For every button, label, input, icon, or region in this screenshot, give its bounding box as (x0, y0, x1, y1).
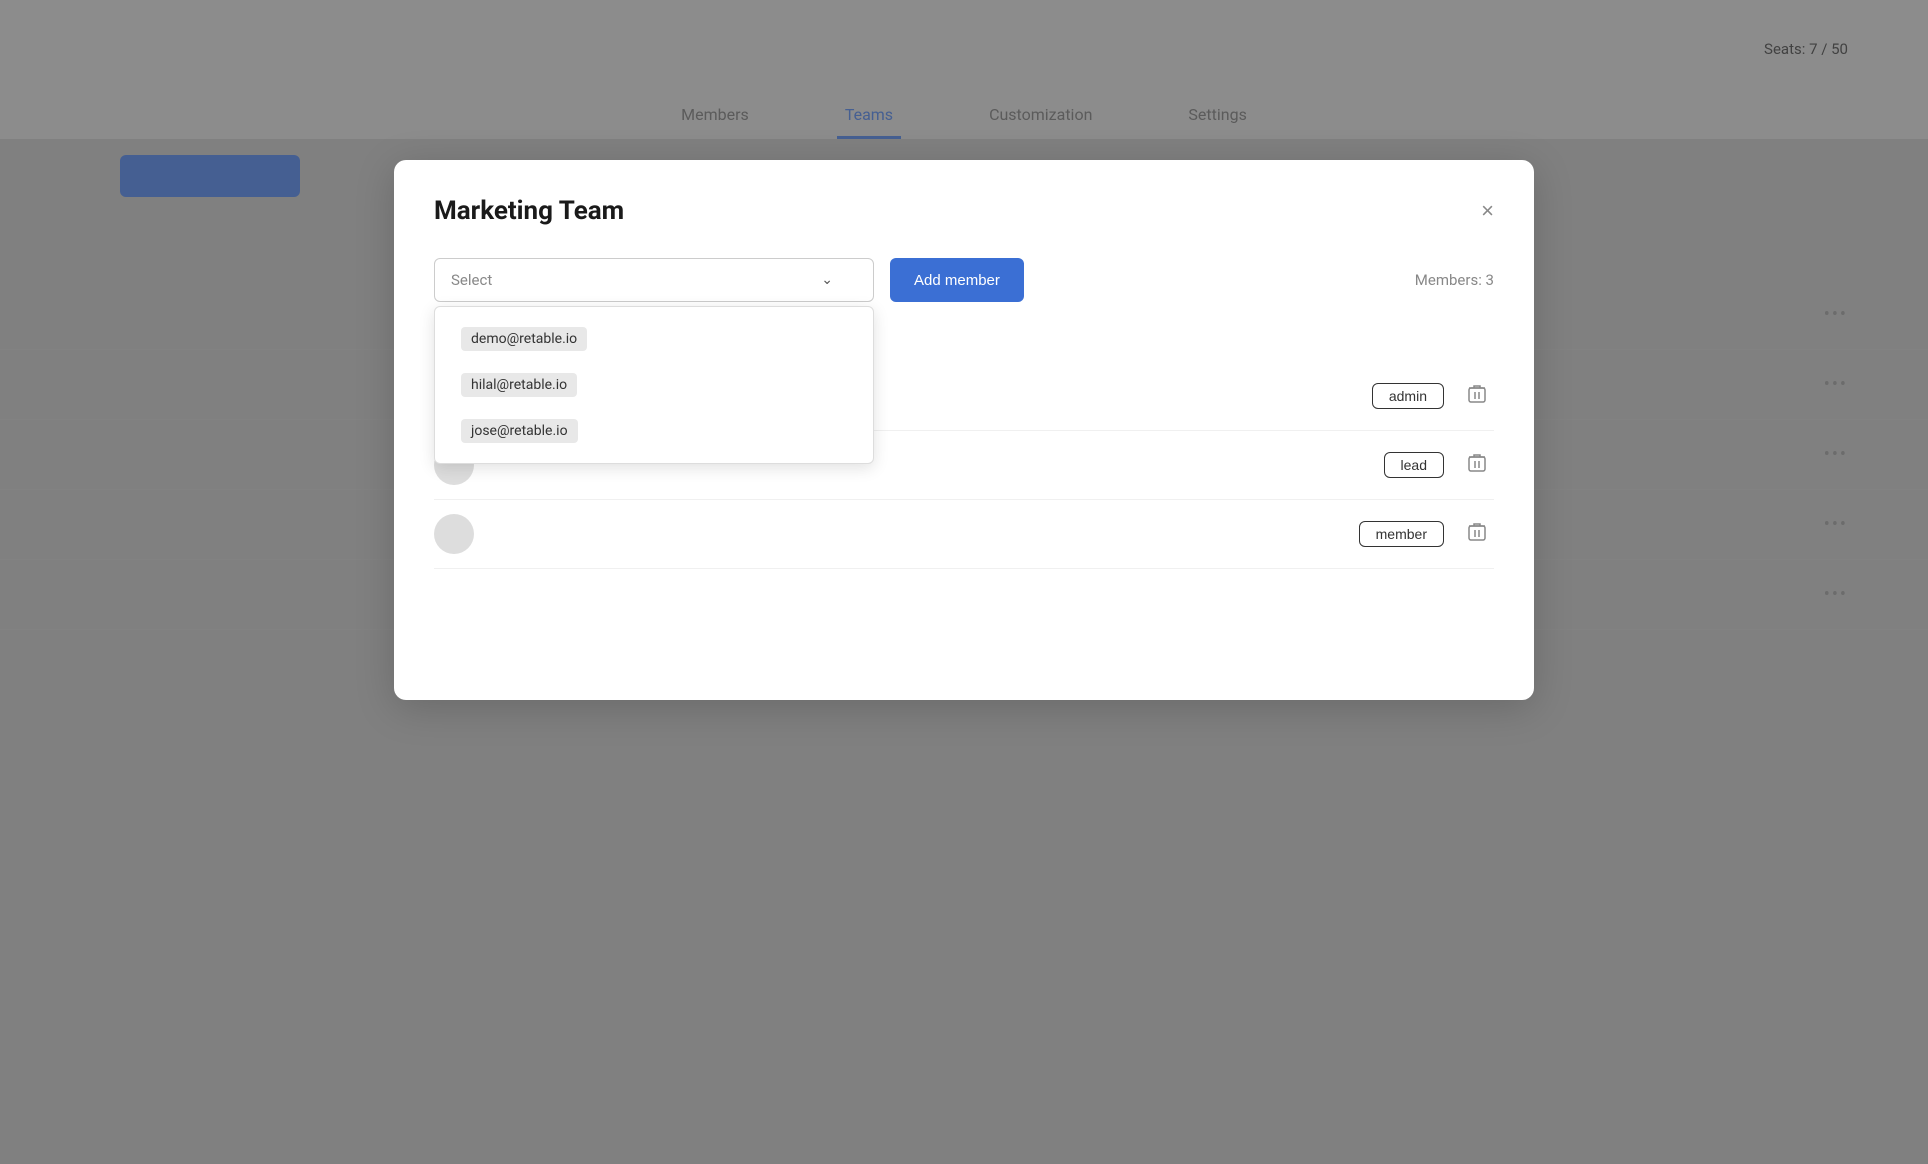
dropdown-item-demo[interactable]: demo@retable.io (443, 317, 865, 361)
modal-title: Marketing Team (434, 196, 624, 226)
member-dropdown: demo@retable.io hilal@retable.io jose@re… (434, 306, 874, 464)
member-select[interactable]: Select ⌄ (434, 258, 874, 302)
chevron-down-icon: ⌄ (821, 272, 833, 288)
modal-close-button[interactable]: × (1481, 200, 1494, 222)
delete-icon-3[interactable] (1460, 518, 1494, 550)
role-badge-lead[interactable]: lead (1384, 452, 1444, 478)
select-placeholder: Select (451, 271, 492, 289)
role-badge-member[interactable]: member (1359, 521, 1444, 547)
marketing-team-modal: Marketing Team × Select ⌄ demo@retable.i… (394, 160, 1534, 700)
members-count: Members: 3 (1415, 258, 1494, 302)
avatar-member3 (434, 514, 474, 554)
add-member-button[interactable]: Add member (890, 258, 1024, 302)
member-row-3: member (434, 500, 1494, 569)
role-badge-admin[interactable]: admin (1372, 383, 1444, 409)
dropdown-item-jose[interactable]: jose@retable.io (443, 409, 865, 453)
delete-icon-2[interactable] (1460, 449, 1494, 481)
dropdown-item-hilal[interactable]: hilal@retable.io (443, 363, 865, 407)
delete-icon-zeynep[interactable] (1460, 380, 1494, 412)
add-member-row: Select ⌄ demo@retable.io hilal@retable.i… (434, 258, 1494, 302)
select-wrapper: Select ⌄ demo@retable.io hilal@retable.i… (434, 258, 874, 302)
modal-header: Marketing Team × (434, 196, 1494, 226)
